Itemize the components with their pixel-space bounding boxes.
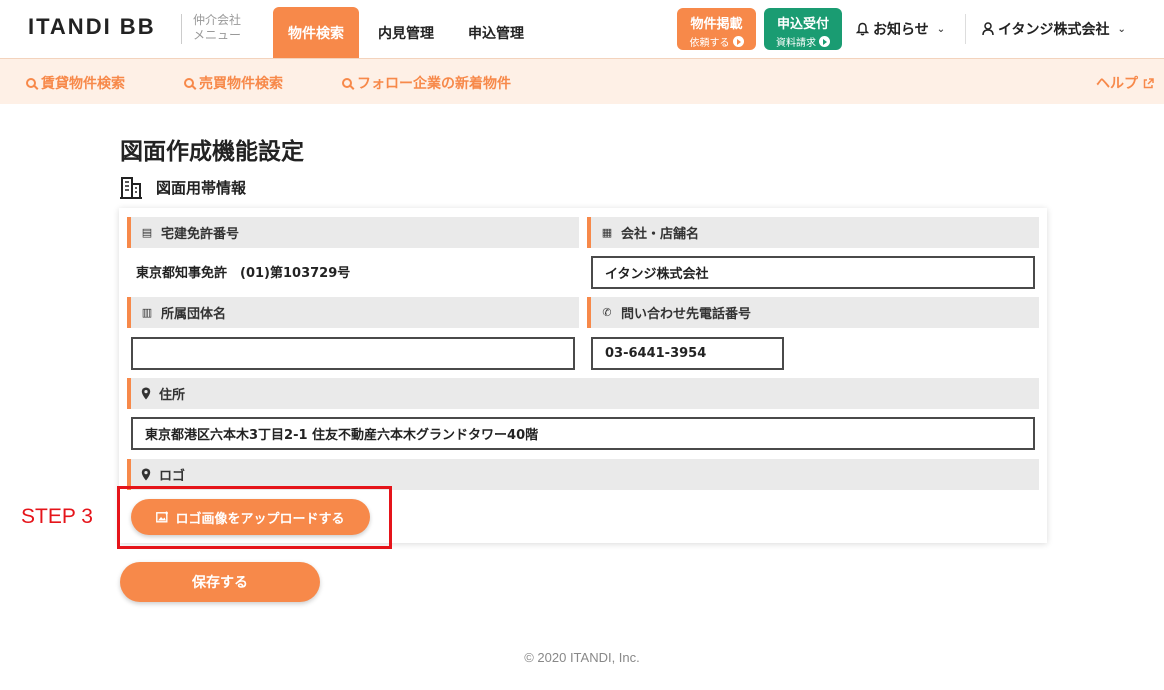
step-highlight-box (117, 486, 392, 549)
sub-navigation: 賃貸物件検索 売買物件検索 フォロー企業の新着物件 ヘルプ (0, 58, 1164, 104)
play-circle-icon (819, 36, 830, 47)
search-icon (26, 78, 36, 88)
copyright: © 2020 ITANDI, Inc. (524, 650, 640, 665)
building-icon (120, 177, 142, 199)
license-number-label-text: 宅建免許番号 (161, 227, 240, 242)
license-number-value: 東京都知事免許 (01)第103729号 (136, 266, 351, 281)
phone-icon: ✆ (602, 306, 612, 319)
logo-label-text: ロゴ (159, 469, 186, 484)
followed-companies-label: フォロー企業の新着物件 (357, 76, 511, 92)
step-annotation: STEP 3 (21, 505, 93, 528)
rental-search-label: 賃貸物件検索 (41, 76, 125, 92)
search-icon (184, 78, 194, 88)
divider (181, 14, 182, 44)
followed-companies-link[interactable]: フォロー企業の新着物件 (342, 73, 511, 93)
map-pin-icon (141, 468, 151, 481)
building-icon: ▦ (601, 226, 613, 239)
phone-label-text: 問い合わせ先電話番号 (621, 307, 752, 322)
logo[interactable]: ITANDI BB (28, 14, 156, 40)
phone-field[interactable]: 03-6441-3954 (591, 337, 784, 370)
top-header: ITANDI BB 仲介会社 メニュー 物件検索 内見管理 申込管理 物件掲載 … (0, 0, 1164, 58)
bell-icon (856, 22, 869, 36)
play-circle-icon (732, 36, 744, 47)
tab-property-search[interactable]: 物件検索 (273, 7, 359, 58)
menu-label-line1: 仲介会社 (193, 13, 242, 27)
listing-request-button[interactable]: 物件掲載 依頼する (677, 8, 756, 50)
address-field[interactable]: 東京都港区六本木3丁目2-1 住友不動産六本木グランドタワー40階 (131, 417, 1035, 450)
user-icon (982, 22, 994, 36)
organization-label: ▥ 所属団体名 (127, 297, 579, 328)
notifications-label: お知らせ (873, 22, 929, 38)
address-label-text: 住所 (159, 388, 186, 403)
listing-button-sub: 依頼する (689, 38, 730, 49)
organization-field[interactable] (131, 337, 575, 370)
section-title-label: 図面用帯情報 (156, 178, 247, 197)
company-name-label: ▦ 会社・店舗名 (587, 217, 1039, 248)
map-pin-icon (141, 387, 151, 400)
account-menu[interactable]: イタンジ株式会社 ⌄ (982, 19, 1126, 39)
bank-icon: ▥ (141, 306, 153, 319)
address-label: 住所 (127, 378, 1039, 409)
chevron-down-icon: ⌄ (1117, 23, 1126, 35)
sale-search-link[interactable]: 売買物件検索 (184, 73, 283, 93)
apply-button-sub: 資料請求 (776, 38, 816, 49)
account-name: イタンジ株式会社 (998, 22, 1110, 38)
help-label: ヘルプ (1096, 76, 1138, 92)
listing-button-title: 物件掲載 (690, 17, 743, 32)
id-card-icon: ▤ (141, 226, 153, 239)
tab-viewing-management[interactable]: 内見管理 (365, 7, 447, 58)
menu-label-line2: メニュー (193, 28, 242, 42)
company-name-label-text: 会社・店舗名 (621, 227, 700, 242)
application-accept-button[interactable]: 申込受付 資料請求 (764, 8, 842, 50)
rental-search-link[interactable]: 賃貸物件検索 (26, 73, 125, 93)
external-link-icon (1143, 77, 1154, 88)
search-icon (342, 78, 352, 88)
help-link[interactable]: ヘルプ (1096, 73, 1154, 93)
phone-label: ✆ 問い合わせ先電話番号 (587, 297, 1039, 328)
tab-application-management[interactable]: 申込管理 (455, 7, 537, 58)
section-title: 図面用帯情報 (120, 175, 246, 199)
broker-menu-link[interactable]: 仲介会社 メニュー (193, 13, 241, 43)
notifications-menu[interactable]: お知らせ ⌄ (856, 19, 945, 39)
page-title: 図面作成機能設定 (120, 139, 304, 165)
divider (965, 14, 966, 44)
apply-button-title: 申込受付 (776, 17, 829, 32)
organization-label-text: 所属団体名 (161, 307, 227, 322)
save-button[interactable]: 保存する (120, 562, 320, 602)
company-name-field[interactable]: イタンジ株式会社 (591, 256, 1035, 289)
sale-search-label: 売買物件検索 (199, 76, 283, 92)
chevron-down-icon: ⌄ (936, 23, 946, 35)
license-number-label: ▤ 宅建免許番号 (127, 217, 579, 248)
